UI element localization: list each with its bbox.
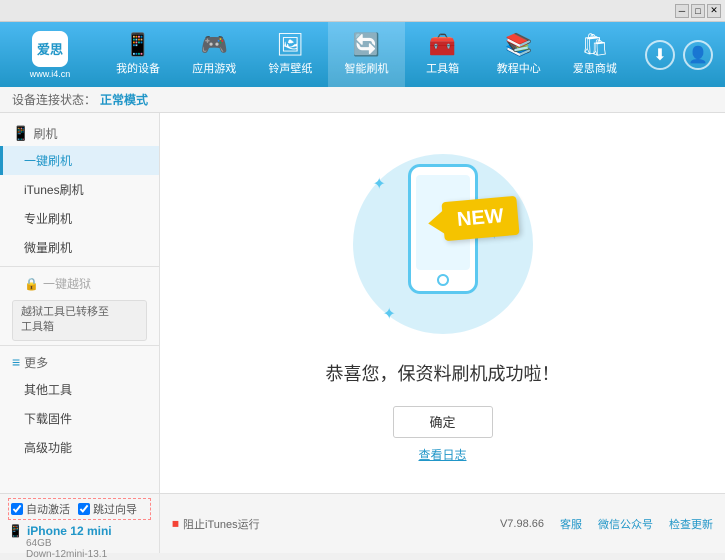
itunes-flash-label: iTunes刷机 <box>24 183 84 197</box>
nav-apps-games[interactable]: 🎮 应用游戏 <box>176 22 252 87</box>
nav-tools[interactable]: 🧰 工具箱 <box>405 22 481 87</box>
sidebar: 📱 刷机 一键刷机 iTunes刷机 专业刷机 微量刷机 🔒 一键越狱 越狱工具… <box>0 113 160 493</box>
top-nav: 爱思 www.i4.cn 📱 我的设备 🎮 应用游戏 🖼 铃声壁纸 🔄 智能刷机… <box>0 22 725 87</box>
nav-right: ⬇ 👤 <box>633 40 725 70</box>
flash-section-icon: 📱 <box>12 125 29 142</box>
nav-store-label: 爱思商城 <box>573 60 617 76</box>
bottom-section: 自动激活 跳过向导 📱 iPhone 12 mini 64GB Down-12m… <box>0 493 725 553</box>
stop-label: 阻止iTunes运行 <box>183 516 260 532</box>
status-bar: 设备连接状态： 正常模式 <box>0 87 725 113</box>
nav-wallpaper[interactable]: 🖼 铃声壁纸 <box>252 22 328 87</box>
sparkle-3: ✦ <box>383 304 396 324</box>
new-badge: NEW <box>441 195 519 240</box>
other-tools-label: 其他工具 <box>24 383 72 397</box>
more-section-icon: ≡ <box>12 354 20 370</box>
sidebar-item-micro-flash[interactable]: 微量刷机 <box>0 233 159 262</box>
nav-smart-flash[interactable]: 🔄 智能刷机 <box>328 22 404 87</box>
content-area: ✦ ✦ ✦ NEW 恭喜您，保资料刷机成功啦！ 确定 查看日志 <box>160 113 725 493</box>
stop-icon: ⏹ <box>172 515 179 532</box>
nav-my-device-label: 我的设备 <box>116 60 160 76</box>
sidebar-item-one-click-flash[interactable]: 一键刷机 <box>0 146 159 175</box>
device-model: Down-12mini-13.1 <box>8 549 151 560</box>
success-title: 恭喜您，保资料刷机成功啦！ <box>326 360 560 386</box>
success-illustration: ✦ ✦ ✦ NEW <box>343 144 543 344</box>
auto-detect-checkbox-label[interactable]: 自动激活 <box>11 501 70 517</box>
checkbox-area: 自动激活 跳过向导 <box>8 498 151 520</box>
main-content: 📱 刷机 一键刷机 iTunes刷机 专业刷机 微量刷机 🔒 一键越狱 越狱工具… <box>0 113 725 493</box>
skip-wizard-checkbox-label[interactable]: 跳过向导 <box>78 501 137 517</box>
maximize-btn[interactable]: □ <box>691 4 705 18</box>
nav-tutorials-icon: 📚 <box>505 34 532 56</box>
device-storage: 64GB <box>8 538 151 549</box>
window-controls[interactable]: ─ □ ✕ <box>675 4 721 18</box>
pro-flash-label: 专业刷机 <box>24 212 72 226</box>
flash-section-label: 刷机 <box>33 125 57 142</box>
logo-icon: 爱思 <box>32 31 68 67</box>
stop-itunes[interactable]: ⏹ 阻止iTunes运行 <box>172 515 260 532</box>
nav-tools-icon: 🧰 <box>429 34 456 56</box>
more-section-label: 更多 <box>24 354 48 371</box>
customer-service-link[interactable]: 客服 <box>560 516 582 532</box>
nav-apps-games-icon: 🎮 <box>201 34 228 56</box>
nav-store-icon: 🛍 <box>581 34 609 56</box>
confirm-button[interactable]: 确定 <box>393 406 493 438</box>
micro-flash-label: 微量刷机 <box>24 241 72 255</box>
wechat-link[interactable]: 微信公众号 <box>598 516 653 532</box>
download-firmware-label: 下载固件 <box>24 412 72 426</box>
sidebar-more-header: ≡ 更多 <box>0 350 159 375</box>
nav-my-device[interactable]: 📱 我的设备 <box>100 22 176 87</box>
divider-1 <box>0 266 159 267</box>
phone-home-btn <box>437 274 449 286</box>
nav-tutorials[interactable]: 📚 教程中心 <box>481 22 557 87</box>
nav-apps-games-label: 应用游戏 <box>192 60 236 76</box>
nav-wallpaper-icon: 🖼 <box>276 34 304 56</box>
device-icon: 📱 <box>8 524 23 538</box>
sidebar-item-pro-flash[interactable]: 专业刷机 <box>0 204 159 233</box>
lock-icon: 🔒 <box>24 277 39 291</box>
nav-smart-flash-icon: 🔄 <box>353 34 380 56</box>
bottom-right: ⏹ 阻止iTunes运行 V7.98.66 客服 微信公众号 检查更新 <box>160 494 725 553</box>
sparkle-1: ✦ <box>373 174 386 194</box>
nav-tutorials-label: 教程中心 <box>497 60 541 76</box>
check-update-link[interactable]: 检查更新 <box>669 516 713 532</box>
sidebar-jailbreak-locked: 🔒 一键越狱 <box>0 271 159 296</box>
sidebar-flash-header: 📱 刷机 <box>0 121 159 146</box>
close-btn[interactable]: ✕ <box>707 4 721 18</box>
minimize-btn[interactable]: ─ <box>675 4 689 18</box>
auto-detect-label: 自动激活 <box>26 501 70 517</box>
device-name: iPhone 12 mini <box>27 524 112 538</box>
jailbreak-note: 越狱工具已转移至工具箱 <box>12 300 147 341</box>
version-label: V7.98.66 <box>500 518 544 530</box>
jailbreak-note-text: 越狱工具已转移至工具箱 <box>21 306 109 333</box>
nav-wallpaper-label: 铃声壁纸 <box>268 60 312 76</box>
sidebar-item-advanced[interactable]: 高级功能 <box>0 433 159 462</box>
nav-smart-flash-label: 智能刷机 <box>344 60 388 76</box>
jailbreak-label: 一键越狱 <box>43 275 91 292</box>
one-click-flash-label: 一键刷机 <box>24 154 72 168</box>
sidebar-item-other-tools[interactable]: 其他工具 <box>0 375 159 404</box>
status-value: 正常模式 <box>100 91 148 108</box>
nav-items: 📱 我的设备 🎮 应用游戏 🖼 铃声壁纸 🔄 智能刷机 🧰 工具箱 📚 教程中心… <box>100 22 633 87</box>
bottom-left: 自动激活 跳过向导 📱 iPhone 12 mini 64GB Down-12m… <box>0 494 160 553</box>
download-btn[interactable]: ⬇ <box>645 40 675 70</box>
nav-my-device-icon: 📱 <box>124 34 151 56</box>
auto-detect-checkbox[interactable] <box>11 503 23 515</box>
skip-wizard-label: 跳过向导 <box>93 501 137 517</box>
logo-area: 爱思 www.i4.cn <box>0 31 100 79</box>
account-btn[interactable]: 👤 <box>683 40 713 70</box>
logo-url: www.i4.cn <box>30 69 71 79</box>
divider-2 <box>0 345 159 346</box>
device-row: 📱 iPhone 12 mini <box>8 524 151 538</box>
advanced-label: 高级功能 <box>24 441 72 455</box>
sidebar-item-itunes-flash[interactable]: iTunes刷机 <box>0 175 159 204</box>
title-bar: ─ □ ✕ <box>0 0 725 22</box>
again-link[interactable]: 查看日志 <box>418 446 466 463</box>
nav-tools-label: 工具箱 <box>426 60 459 76</box>
skip-wizard-checkbox[interactable] <box>78 503 90 515</box>
sidebar-item-download-firmware[interactable]: 下载固件 <box>0 404 159 433</box>
status-label: 设备连接状态： <box>12 91 96 108</box>
nav-store[interactable]: 🛍 爱思商城 <box>557 22 633 87</box>
